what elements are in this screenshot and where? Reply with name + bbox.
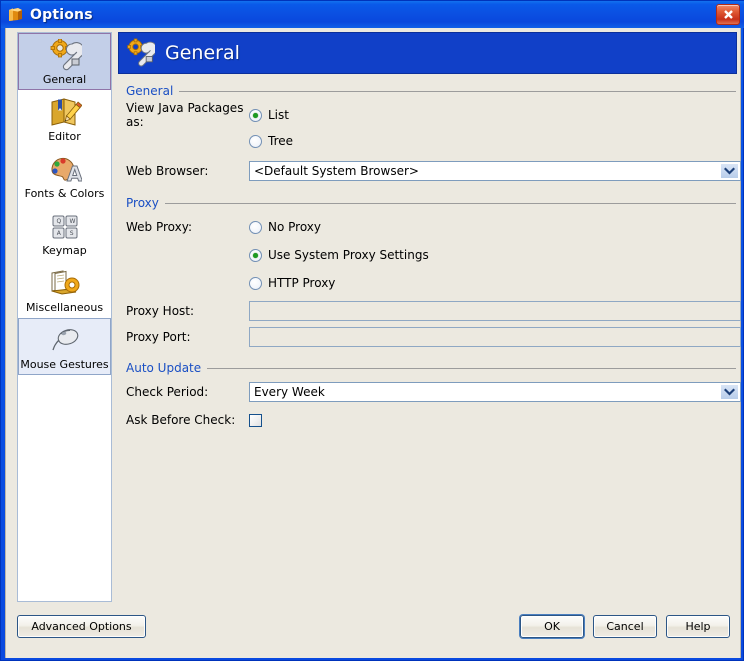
keyboard-icon: QW AS <box>48 209 82 243</box>
page-title: General <box>165 42 240 64</box>
radio-label: No Proxy <box>268 220 322 234</box>
row-web-browser: Web Browser: <Default System Browser> <box>126 160 741 182</box>
radio-indicator <box>249 134 262 148</box>
ok-button[interactable]: OK <box>520 615 584 638</box>
window-title: Options <box>30 6 93 23</box>
chevron-down-icon[interactable] <box>720 163 739 179</box>
dialog-button-bar: Advanced Options OK Cancel Help <box>6 606 742 656</box>
section-title: General <box>126 84 174 98</box>
radio-http-proxy[interactable]: HTTP Proxy <box>249 276 335 290</box>
sidebar-item-miscellaneous[interactable]: Miscellaneous <box>18 261 111 318</box>
row-proxy-port: Proxy Port: <box>126 326 741 348</box>
row-web-proxy: Web Proxy: No Proxy <box>126 216 737 238</box>
proxy-port-label: Proxy Port: <box>126 330 191 344</box>
web-browser-value: <Default System Browser> <box>254 164 419 178</box>
radio-indicator <box>249 108 262 122</box>
radio-label: HTTP Proxy <box>268 276 336 290</box>
chevron-down-icon[interactable] <box>720 384 739 400</box>
radio-indicator <box>249 276 262 290</box>
gear-wrench-icon <box>48 38 82 72</box>
check-period-value: Every Week <box>254 385 325 399</box>
row-view-java-packages-tree: Tree <box>126 130 737 152</box>
section-divider <box>179 90 736 92</box>
proxy-host-input[interactable] <box>249 301 741 321</box>
svg-text:Q: Q <box>56 218 61 225</box>
page-header-banner: General <box>118 32 737 74</box>
web-browser-combobox[interactable]: <Default System Browser> <box>249 161 741 181</box>
radio-label: Use System Proxy Settings <box>268 248 429 262</box>
book-icon <box>7 6 24 23</box>
view-java-packages-label: View Java Packages as: <box>126 101 244 129</box>
svg-text:S: S <box>69 230 73 237</box>
radio-indicator <box>249 220 262 234</box>
sidebar-item-mouse-gestures[interactable]: Mouse Gestures <box>18 318 111 375</box>
proxy-host-label: Proxy Host: <box>126 304 195 318</box>
section-header-auto-update: Auto Update <box>126 361 737 375</box>
web-browser-label: Web Browser: <box>126 164 209 178</box>
sidebar-item-label: Mouse Gestures <box>20 358 109 371</box>
sidebar-item-label: Fonts & Colors <box>24 187 105 200</box>
radio-view-packages-list[interactable]: List <box>249 108 289 122</box>
radio-label: Tree <box>268 134 294 148</box>
svg-text:A: A <box>67 162 82 185</box>
radio-indicator <box>249 248 262 262</box>
ask-before-check-label: Ask Before Check: <box>126 413 236 427</box>
section-header-general: General <box>126 84 737 98</box>
section-title: Auto Update <box>126 361 202 375</box>
category-sidebar[interactable]: General Editor A Fonts & Colors Q W A S … <box>17 32 112 602</box>
ask-before-check-checkbox[interactable] <box>249 413 262 427</box>
sidebar-item-editor[interactable]: Editor <box>18 90 111 147</box>
sidebar-item-label: General <box>42 73 87 86</box>
mouse-icon <box>48 323 82 357</box>
check-period-label: Check Period: <box>126 385 209 399</box>
svg-text:W: W <box>69 218 75 225</box>
title-bar[interactable]: Options <box>1 1 744 28</box>
sidebar-item-label: Editor <box>48 130 81 143</box>
options-main-panel: General General View Java Packages as: L… <box>118 32 741 602</box>
sidebar-item-label: Miscellaneous <box>25 301 104 314</box>
check-period-combobox[interactable]: Every Week <box>249 382 741 402</box>
dialog-client-area: General Editor A Fonts & Colors Q W A S … <box>5 28 741 658</box>
sidebar-item-general[interactable]: General <box>18 33 111 90</box>
section-header-proxy: Proxy <box>126 196 737 210</box>
row-check-period: Check Period: Every Week <box>126 381 741 403</box>
papers-gear-icon <box>48 266 82 300</box>
sidebar-item-label: Keymap <box>42 244 87 257</box>
radio-label: List <box>268 108 289 122</box>
radio-view-packages-tree[interactable]: Tree <box>249 134 293 148</box>
proxy-port-input[interactable] <box>249 327 741 347</box>
cancel-button[interactable]: Cancel <box>593 615 657 638</box>
help-button[interactable]: Help <box>666 615 730 638</box>
options-dialog-window: Options General Editor A Fonts & Colors … <box>0 0 744 661</box>
palette-letter-icon: A <box>48 152 82 186</box>
row-web-proxy-system: Use System Proxy Settings <box>126 244 737 266</box>
web-proxy-label: Web Proxy: <box>126 220 193 234</box>
close-icon[interactable] <box>716 4 740 25</box>
row-proxy-host: Proxy Host: <box>126 300 741 322</box>
row-web-proxy-http: HTTP Proxy <box>126 272 737 294</box>
row-view-java-packages: View Java Packages as: List <box>126 101 737 129</box>
sidebar-item-fonts-and-colors[interactable]: A Fonts & Colors <box>18 147 111 204</box>
advanced-options-button[interactable]: Advanced Options <box>17 615 146 638</box>
gear-wrench-icon <box>125 38 158 68</box>
radio-no-proxy[interactable]: No Proxy <box>249 220 321 234</box>
row-ask-before-check: Ask Before Check: <box>126 409 737 431</box>
sidebar-item-keymap[interactable]: QW AS Keymap <box>18 204 111 261</box>
section-divider <box>164 202 736 204</box>
section-divider <box>207 367 736 369</box>
section-title: Proxy <box>126 196 159 210</box>
book-pencil-icon <box>48 95 82 129</box>
radio-use-system-proxy-settings[interactable]: Use System Proxy Settings <box>249 248 429 262</box>
